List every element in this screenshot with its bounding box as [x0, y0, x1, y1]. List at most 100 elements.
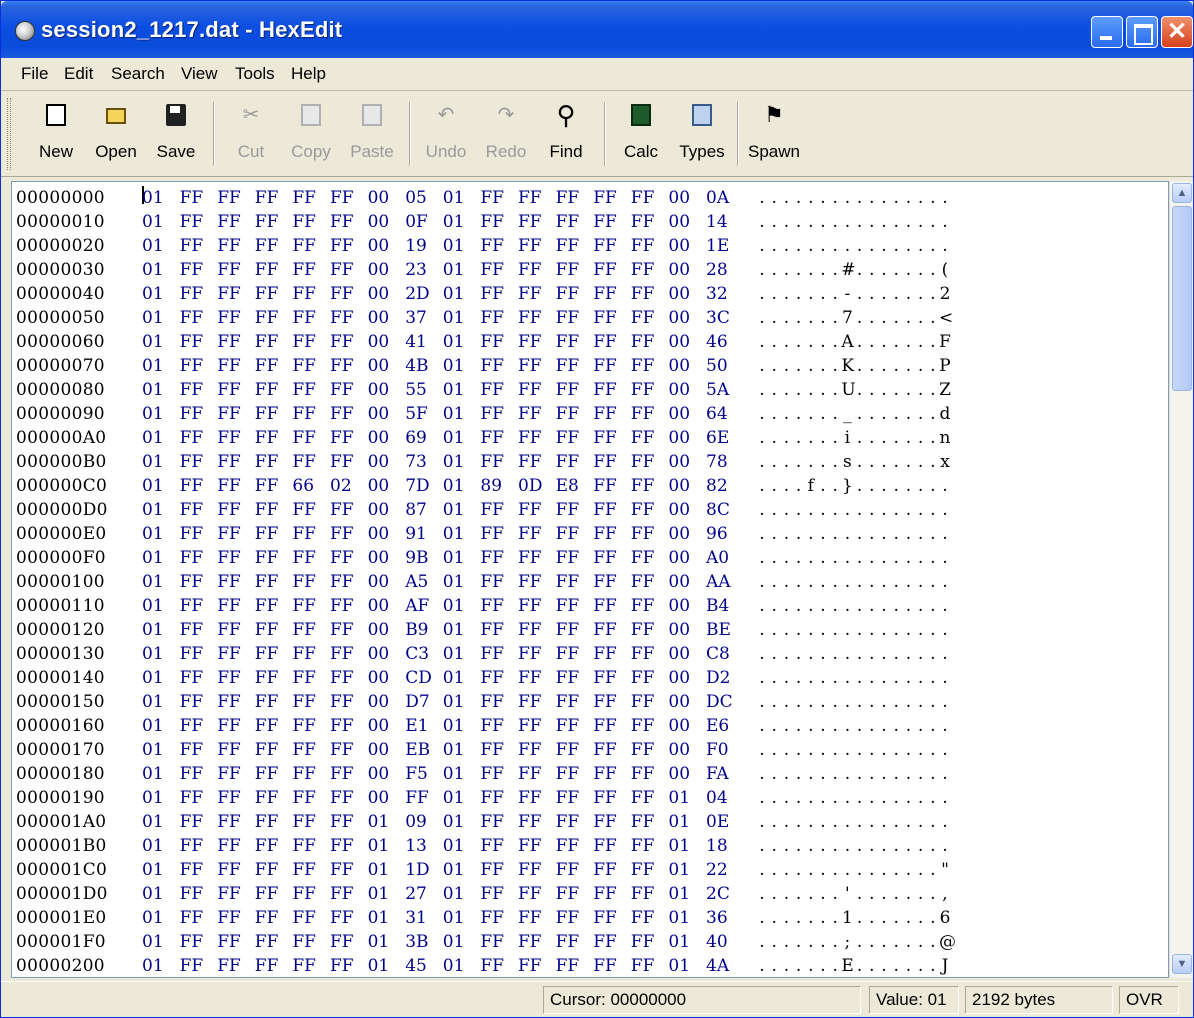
- hex-byte[interactable]: 01: [142, 548, 168, 568]
- hex-byte[interactable]: 2D: [405, 284, 431, 304]
- hex-byte[interactable]: FF: [330, 644, 356, 664]
- hex-row[interactable]: 00000040 01 FF FF FF FF FF 00 2D 01 FF FF FF FF FF 00 32…: [12, 282, 1168, 306]
- hex-byte[interactable]: FF: [405, 788, 431, 808]
- open-button[interactable]: Open: [87, 100, 145, 168]
- hex-byte[interactable]: 00: [368, 692, 394, 712]
- hex-row[interactable]: 000001B0 01 FF FF FF FF FF 01 13 01 FF FF FF FF FF 01 18…: [12, 834, 1168, 858]
- hex-byte[interactable]: FF: [631, 572, 657, 592]
- hex-byte[interactable]: 00: [368, 380, 394, 400]
- hex-row[interactable]: 000001D0 01 FF FF FF FF FF 01 27 01 FF FF FF FF FF 01 2C…: [12, 882, 1168, 906]
- hex-byte[interactable]: FF: [255, 740, 281, 760]
- hex-byte[interactable]: 01: [142, 308, 168, 328]
- hex-byte[interactable]: FF: [180, 500, 206, 520]
- hex-byte[interactable]: FF: [480, 572, 506, 592]
- hex-byte[interactable]: FF: [292, 428, 318, 448]
- hex-byte[interactable]: 6E: [706, 428, 732, 448]
- hex-byte[interactable]: 01: [142, 188, 168, 208]
- hex-byte[interactable]: 50: [706, 356, 732, 376]
- hex-byte[interactable]: 01: [142, 644, 168, 664]
- hex-byte[interactable]: FF: [217, 692, 243, 712]
- hex-byte[interactable]: 37: [405, 308, 431, 328]
- hex-byte[interactable]: 00: [668, 452, 694, 472]
- hex-byte[interactable]: FF: [556, 188, 582, 208]
- hex-byte[interactable]: FF: [518, 260, 544, 280]
- hex-byte[interactable]: FF: [330, 452, 356, 472]
- hex-byte[interactable]: 46: [706, 332, 732, 352]
- hex-byte[interactable]: FF: [330, 332, 356, 352]
- hex-byte[interactable]: FF: [480, 884, 506, 904]
- hex-byte[interactable]: 01: [443, 356, 469, 376]
- hex-byte[interactable]: 00: [668, 716, 694, 736]
- hex-byte[interactable]: 01: [142, 500, 168, 520]
- hex-byte[interactable]: FF: [518, 836, 544, 856]
- hex-byte[interactable]: FF: [593, 572, 619, 592]
- hex-byte[interactable]: FF: [217, 740, 243, 760]
- hex-byte[interactable]: FF: [180, 956, 206, 976]
- hex-byte[interactable]: FF: [593, 356, 619, 376]
- hex-byte[interactable]: 00: [668, 260, 694, 280]
- hex-byte[interactable]: FF: [593, 788, 619, 808]
- hex-byte[interactable]: B4: [706, 596, 732, 616]
- hex-byte[interactable]: FF: [593, 188, 619, 208]
- hex-byte[interactable]: FF: [518, 452, 544, 472]
- hex-byte[interactable]: FF: [593, 476, 619, 496]
- hex-byte[interactable]: FF: [480, 716, 506, 736]
- hex-byte[interactable]: 01: [142, 884, 168, 904]
- hex-byte[interactable]: FF: [217, 356, 243, 376]
- hex-byte[interactable]: FF: [593, 212, 619, 232]
- hex-byte[interactable]: FF: [292, 548, 318, 568]
- hex-byte[interactable]: FF: [518, 524, 544, 544]
- hex-byte[interactable]: FF: [556, 596, 582, 616]
- hex-byte[interactable]: FF: [180, 476, 206, 496]
- hex-byte[interactable]: FF: [631, 740, 657, 760]
- hex-byte[interactable]: FF: [518, 548, 544, 568]
- hex-byte[interactable]: FF: [593, 260, 619, 280]
- hex-byte[interactable]: FF: [330, 788, 356, 808]
- hex-byte[interactable]: FF: [631, 404, 657, 424]
- hex-byte[interactable]: FF: [292, 644, 318, 664]
- menu-view[interactable]: View: [181, 64, 218, 84]
- hex-byte[interactable]: FF: [631, 428, 657, 448]
- hex-byte[interactable]: 01: [368, 836, 394, 856]
- hex-byte[interactable]: 01: [443, 812, 469, 832]
- hex-byte[interactable]: FF: [292, 212, 318, 232]
- hex-byte[interactable]: FF: [292, 572, 318, 592]
- hex-byte[interactable]: FF: [292, 836, 318, 856]
- hex-byte[interactable]: FF: [556, 644, 582, 664]
- hex-byte[interactable]: FF: [180, 188, 206, 208]
- hex-byte[interactable]: 00: [668, 740, 694, 760]
- hex-byte[interactable]: 8C: [706, 500, 732, 520]
- hex-byte[interactable]: FF: [556, 908, 582, 928]
- hex-byte[interactable]: FF: [180, 284, 206, 304]
- hex-byte[interactable]: FF: [593, 620, 619, 640]
- hex-byte[interactable]: 01: [142, 692, 168, 712]
- hex-byte[interactable]: FF: [518, 188, 544, 208]
- hex-byte[interactable]: FF: [292, 332, 318, 352]
- cut-button[interactable]: ✂ Cut: [222, 100, 280, 168]
- hex-byte[interactable]: FF: [180, 356, 206, 376]
- hex-byte[interactable]: 19: [405, 236, 431, 256]
- hex-byte[interactable]: FF: [255, 644, 281, 664]
- hex-byte[interactable]: FF: [292, 188, 318, 208]
- hex-byte[interactable]: FF: [217, 188, 243, 208]
- hex-byte[interactable]: FF: [518, 740, 544, 760]
- hex-byte[interactable]: 00: [368, 188, 394, 208]
- toolbar-grip[interactable]: [7, 98, 11, 170]
- hex-byte[interactable]: FF: [480, 956, 506, 976]
- hex-byte[interactable]: FF: [330, 908, 356, 928]
- hex-byte[interactable]: FF: [480, 836, 506, 856]
- hex-byte[interactable]: FF: [292, 524, 318, 544]
- hex-byte[interactable]: 00: [668, 188, 694, 208]
- hex-byte[interactable]: FF: [593, 740, 619, 760]
- hex-byte[interactable]: FF: [556, 332, 582, 352]
- hex-byte[interactable]: 00: [368, 668, 394, 688]
- hex-byte[interactable]: 01: [142, 428, 168, 448]
- hex-byte[interactable]: 66: [292, 476, 318, 496]
- hex-byte[interactable]: 01: [668, 932, 694, 952]
- hex-byte[interactable]: FF: [593, 596, 619, 616]
- hex-byte[interactable]: 00: [368, 284, 394, 304]
- hex-byte[interactable]: FF: [330, 356, 356, 376]
- hex-byte[interactable]: FF: [292, 236, 318, 256]
- hex-row[interactable]: 00000010 01 FF FF FF FF FF 00 0F 01 FF FF FF FF FF 00 14…: [12, 210, 1168, 234]
- ascii-column[interactable]: ................: [756, 500, 976, 522]
